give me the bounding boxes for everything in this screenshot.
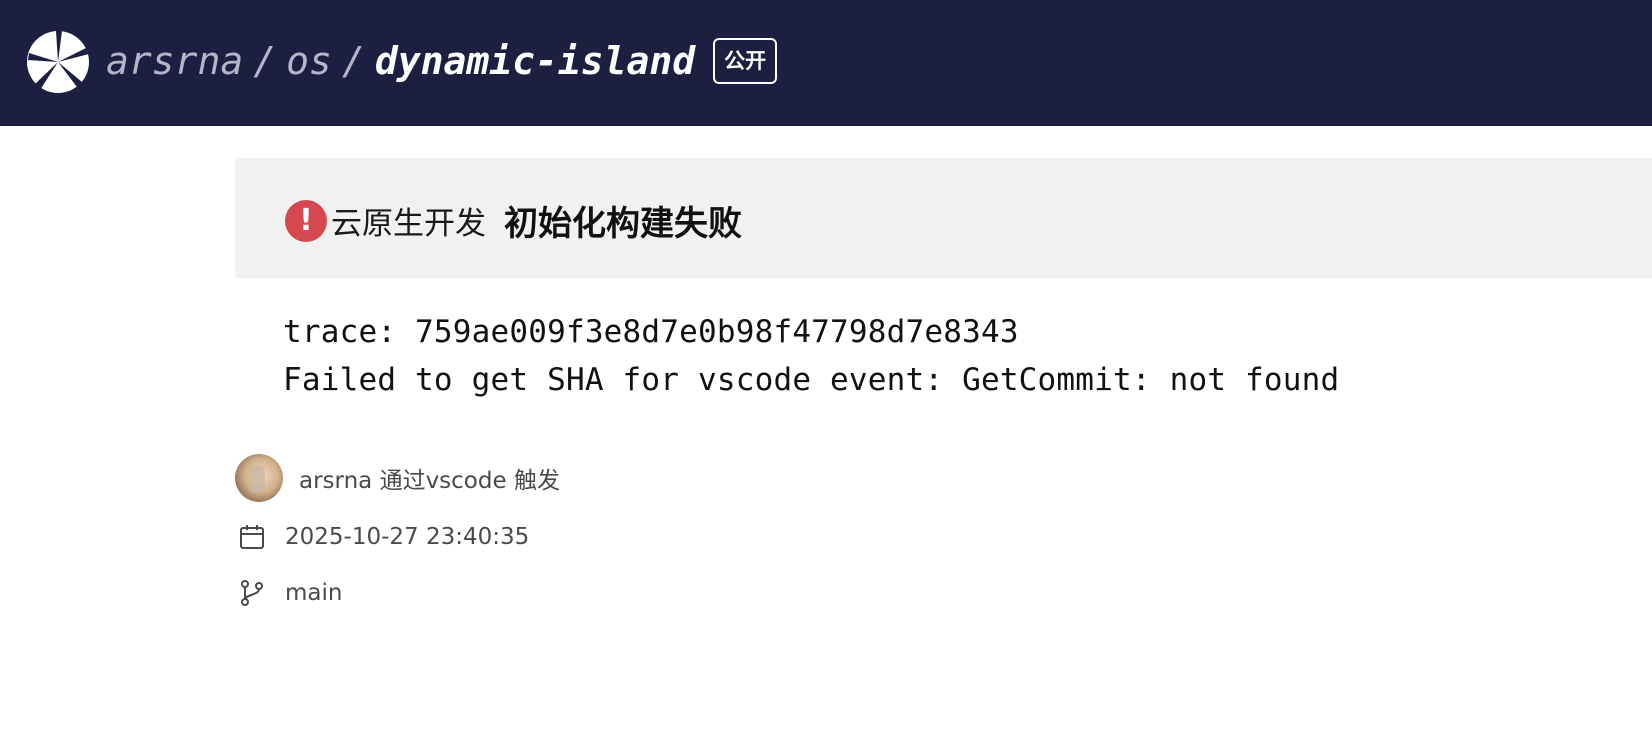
trigger-row: arsrna 通过vscode 触发: [235, 454, 560, 502]
datetime-text: 2025-10-27 23:40:35: [285, 524, 530, 550]
logo-icon[interactable]: [26, 30, 90, 94]
log-line-trace: trace: 759ae009f3e8d7e0b98f47798d7e8343: [283, 314, 1019, 350]
avatar[interactable]: [235, 454, 283, 502]
error-icon-glyph: !: [299, 203, 313, 238]
breadcrumb: arsrna / os / dynamic-island 公开: [106, 30, 778, 92]
breadcrumb-separator: /: [253, 39, 277, 83]
trigger-text: arsrna 通过vscode 触发: [299, 468, 560, 494]
top-header-bar: arsrna / os / dynamic-island 公开: [0, 0, 1652, 126]
error-icon: !: [285, 199, 327, 242]
status-banner: ! 云原生开发 初始化构建失败: [235, 158, 1652, 278]
banner-title: 初始化构建失败: [504, 204, 742, 244]
branch-name[interactable]: main: [285, 580, 342, 606]
branch-row: main: [237, 578, 342, 608]
banner-source: 云原生开发: [331, 206, 486, 242]
visibility-badge: 公开: [713, 38, 778, 84]
breadcrumb-group[interactable]: os: [286, 39, 332, 83]
calendar-icon: [237, 522, 267, 552]
branch-icon: [237, 578, 267, 608]
log-line-error: Failed to get SHA for vscode event: GetC…: [283, 362, 1340, 398]
datetime-row: 2025-10-27 23:40:35: [237, 522, 529, 552]
breadcrumb-separator: /: [341, 39, 365, 83]
breadcrumb-repo[interactable]: dynamic-island: [375, 39, 695, 83]
breadcrumb-owner[interactable]: arsrna: [106, 39, 243, 83]
